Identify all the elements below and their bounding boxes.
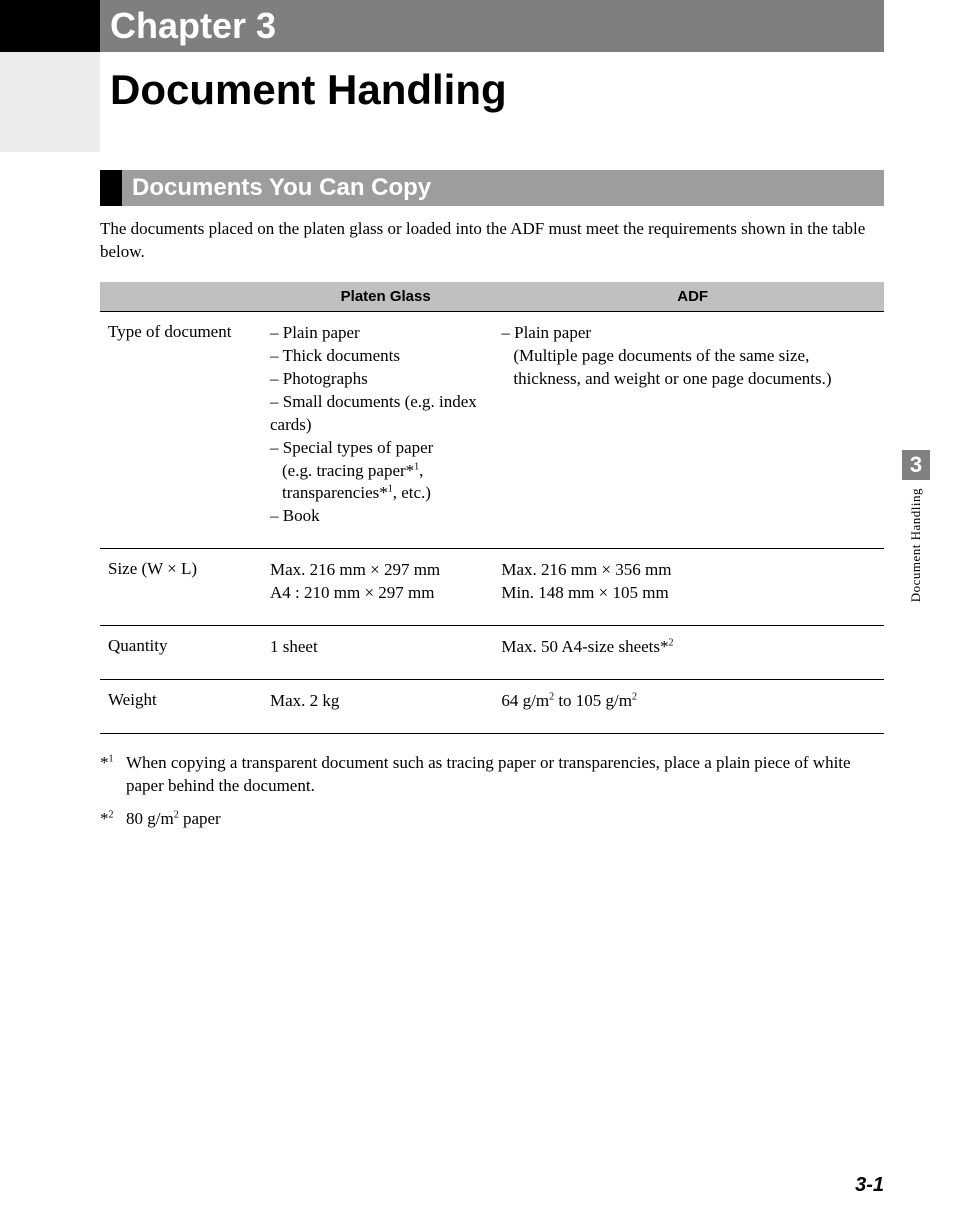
cell-line: – Plain paper bbox=[501, 322, 872, 345]
section-intro: The documents placed on the platen glass… bbox=[100, 218, 884, 264]
cell-line: Max. 216 mm × 356 mm bbox=[501, 559, 872, 582]
chapter-label: Chapter 3 bbox=[110, 5, 276, 47]
cell-line: Min. 148 mm × 105 mm bbox=[501, 582, 872, 605]
section-heading-bar: Documents You Can Copy bbox=[100, 170, 884, 206]
row-label: Quantity bbox=[100, 626, 270, 680]
cell-platen: Max. 216 mm × 297 mmA4 : 210 mm × 297 mm bbox=[270, 549, 501, 626]
table-row: WeightMax. 2 kg 64 g/m2 to 105 g/m2 bbox=[100, 680, 884, 734]
title-light-block bbox=[0, 52, 100, 152]
cell-line: – Small documents (e.g. index cards) bbox=[270, 391, 489, 437]
chapter-title: Document Handling bbox=[100, 52, 507, 152]
table-header-adf: ADF bbox=[501, 282, 884, 312]
footnote-mark: *1 bbox=[100, 752, 126, 798]
table-header-blank bbox=[100, 282, 270, 312]
cell-adf: Max. 50 A4-size sheets*2 bbox=[501, 626, 884, 680]
title-area: Document Handling bbox=[0, 52, 884, 152]
side-tab-number: 3 bbox=[902, 450, 930, 480]
cell-adf: – Plain paper(Multiple page documents of… bbox=[501, 311, 884, 548]
footnote: *280 g/m2 paper bbox=[100, 808, 884, 831]
table-header-platen: Platen Glass bbox=[270, 282, 501, 312]
banner-gray-bar: Chapter 3 bbox=[100, 0, 884, 52]
cell-platen: – Plain paper– Thick documents– Photogra… bbox=[270, 311, 501, 548]
cell-adf: 64 g/m2 to 105 g/m2 bbox=[501, 680, 884, 734]
row-label: Size (W × L) bbox=[100, 549, 270, 626]
cell-line: (Multiple page documents of the same siz… bbox=[501, 345, 872, 391]
table-row: Size (W × L)Max. 216 mm × 297 mmA4 : 210… bbox=[100, 549, 884, 626]
footnotes: *1When copying a transparent document su… bbox=[100, 752, 884, 831]
cell-line: – Plain paper bbox=[270, 322, 489, 345]
cell-platen: Max. 2 kg bbox=[270, 680, 501, 734]
chapter-banner: Chapter 3 bbox=[0, 0, 954, 52]
cell-platen: 1 sheet bbox=[270, 626, 501, 680]
cell-line: 1 sheet bbox=[270, 636, 489, 659]
footnote: *1When copying a transparent document su… bbox=[100, 752, 884, 798]
cell-line: 64 g/m2 to 105 g/m2 bbox=[501, 690, 872, 713]
banner-black-block bbox=[0, 0, 100, 52]
side-tab: 3 Document Handling bbox=[902, 450, 930, 602]
cell-adf: Max. 216 mm × 356 mmMin. 148 mm × 105 mm bbox=[501, 549, 884, 626]
cell-line: Max. 50 A4-size sheets*2 bbox=[501, 636, 872, 659]
cell-line: (e.g. tracing paper*1, transparencies*1,… bbox=[270, 460, 489, 506]
page-content: Documents You Can Copy The documents pla… bbox=[100, 170, 884, 831]
page-number: 3-1 bbox=[855, 1174, 884, 1197]
spec-table: Platen Glass ADF Type of document– Plain… bbox=[100, 282, 884, 734]
row-label: Type of document bbox=[100, 311, 270, 548]
footnote-text: 80 g/m2 paper bbox=[126, 808, 221, 831]
footnote-mark: *2 bbox=[100, 808, 126, 831]
cell-line: – Thick documents bbox=[270, 345, 489, 368]
row-label: Weight bbox=[100, 680, 270, 734]
table-row: Quantity1 sheet Max. 50 A4-size sheets*2 bbox=[100, 626, 884, 680]
section-heading: Documents You Can Copy bbox=[122, 170, 884, 206]
cell-line: – Photographs bbox=[270, 368, 489, 391]
section-black-square bbox=[100, 170, 122, 206]
cell-line: A4 : 210 mm × 297 mm bbox=[270, 582, 489, 605]
cell-line: – Book bbox=[270, 505, 489, 528]
table-row: Type of document– Plain paper– Thick doc… bbox=[100, 311, 884, 548]
cell-line: – Special types of paper bbox=[270, 437, 489, 460]
cell-line: Max. 216 mm × 297 mm bbox=[270, 559, 489, 582]
cell-line: Max. 2 kg bbox=[270, 690, 489, 713]
side-tab-label: Document Handling bbox=[908, 488, 924, 602]
footnote-text: When copying a transparent document such… bbox=[126, 752, 884, 798]
